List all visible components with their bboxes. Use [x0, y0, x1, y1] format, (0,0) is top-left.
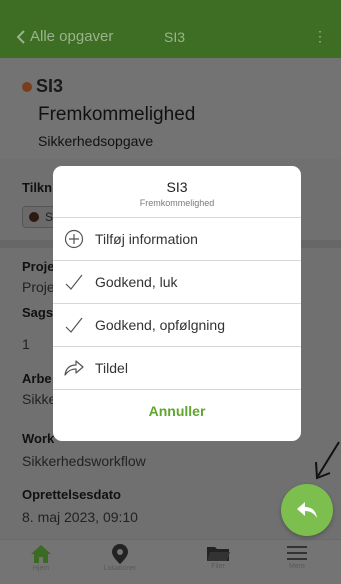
back-button[interactable]: Alle opgaver	[16, 28, 113, 45]
tab-locations[interactable]: Lokationer	[85, 544, 155, 572]
work-label: Arbe	[22, 371, 52, 386]
created-value: 8. maj 2023, 09:10	[22, 509, 138, 525]
status-dot	[22, 81, 32, 92]
project-value: Proje	[22, 279, 55, 295]
action-assign[interactable]: Tildel	[53, 347, 301, 390]
status-bar	[0, 0, 341, 18]
nav-bar: Alle opgaver SI3 ⋮	[0, 18, 341, 58]
task-type: Sikkerhedsopgave	[38, 133, 154, 149]
tab-locations-label: Lokationer	[103, 565, 137, 572]
task-code: SI3	[22, 76, 63, 97]
cancel-button[interactable]: Annuller	[53, 390, 301, 432]
task-code-label: SI3	[36, 76, 64, 96]
tab-more[interactable]: Mere	[262, 544, 332, 570]
tab-bar: Hjem Lokationer Filer Mere	[0, 539, 341, 584]
dialog-title: SI3	[166, 179, 188, 195]
dialog-header: SI3 Fremkommelighed	[53, 166, 301, 218]
connections-label: Tilkn	[22, 180, 53, 195]
action-approve-close[interactable]: Godkend, luk	[53, 261, 301, 304]
menu-icon	[287, 546, 307, 560]
check-icon	[65, 317, 83, 333]
more-options-icon[interactable]: ⋮	[313, 28, 327, 45]
action-label: Godkend, luk	[95, 274, 178, 290]
case-value: 1	[22, 336, 30, 352]
back-label: Alle opgaver	[30, 28, 114, 45]
tab-files[interactable]: Filer	[183, 544, 253, 570]
tab-home-label: Hjem	[32, 565, 50, 572]
share-arrow-icon	[64, 360, 84, 376]
created-label: Oprettelsesdato	[22, 487, 121, 502]
tab-files-label: Filer	[211, 563, 225, 570]
dialog-subtitle: Fremkommelighed	[139, 198, 215, 208]
task-name: Fremkommelighed	[38, 104, 196, 125]
nav-title: SI3	[164, 29, 186, 45]
action-label: Godkend, opfølgning	[95, 317, 225, 333]
action-label: Tildel	[95, 360, 128, 376]
workflow-label: Work	[22, 431, 55, 446]
location-pin-icon	[112, 544, 128, 564]
workflow-value: Sikkerhedsworkflow	[22, 453, 146, 469]
project-label: Proje	[22, 259, 55, 274]
work-value: Sikke	[22, 391, 57, 407]
chevron-left-icon	[16, 29, 25, 44]
plus-circle-icon	[64, 229, 84, 249]
action-dialog: SI3 Fremkommelighed Tilføj information G…	[53, 166, 301, 441]
home-icon	[31, 545, 51, 563]
chip-dot	[29, 212, 39, 222]
tab-more-label: Mere	[289, 563, 305, 570]
tab-home[interactable]: Hjem	[6, 544, 76, 572]
action-label: Tilføj information	[95, 231, 198, 247]
action-add-information[interactable]: Tilføj information	[53, 218, 301, 261]
reply-action-button[interactable]	[281, 484, 333, 536]
task-header: SI3 Fremkommelighed Sikkerhedsopgave	[0, 58, 341, 159]
action-approve-followup[interactable]: Godkend, opfølgning	[53, 304, 301, 347]
case-label: Sags	[22, 305, 54, 320]
chip-text: S	[45, 210, 54, 224]
annotation-arrow-icon	[315, 441, 340, 480]
reply-icon	[297, 502, 317, 518]
check-icon	[65, 274, 83, 290]
folder-icon	[207, 547, 230, 561]
